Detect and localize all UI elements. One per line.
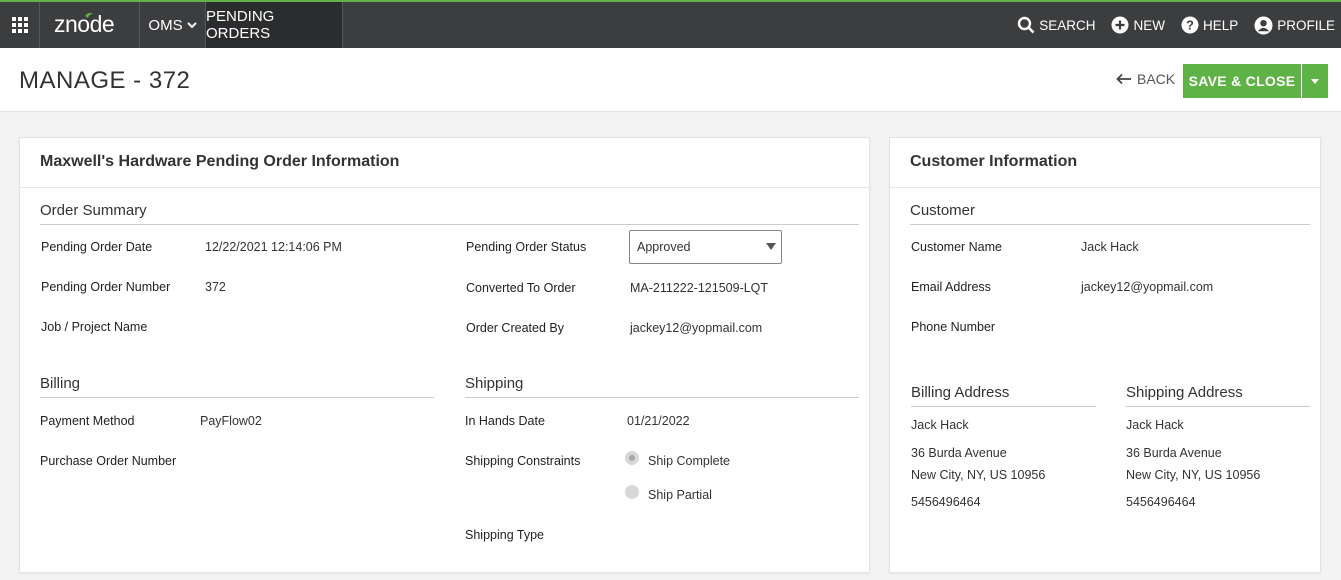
customer-name-label: Customer Name — [911, 240, 1002, 254]
shipping-address-city: New City, NY, US 10956 — [1126, 468, 1261, 482]
caret-down-icon — [766, 243, 776, 250]
plus-circle-icon — [1111, 16, 1129, 34]
pending-order-status-label: Pending Order Status — [466, 240, 587, 254]
top-actions: SEARCH NEW ? HELP PROFILE — [1001, 2, 1341, 48]
pending-order-date-value: 12/22/2021 12:14:06 PM — [205, 240, 342, 254]
ship-complete-label: Ship Complete — [648, 454, 730, 468]
new-label: NEW — [1133, 17, 1165, 33]
shipping-type-label: Shipping Type — [465, 528, 544, 542]
converted-to-order-value: MA-211222-121509-LQT — [630, 281, 769, 295]
customer-name-value: Jack Hack — [1081, 240, 1139, 254]
profile-label: PROFILE — [1277, 17, 1335, 33]
page-title: MANAGE - 372 — [19, 67, 191, 94]
panel-title: Maxwell's Hardware Pending Order Informa… — [20, 138, 869, 188]
order-created-by-label: Order Created By — [466, 321, 564, 335]
ship-partial-radio[interactable] — [625, 485, 639, 499]
user-circle-icon — [1254, 16, 1273, 34]
help-icon: ? — [1181, 16, 1199, 34]
nav-pending-orders-label: PENDING ORDERS — [206, 8, 275, 42]
search-icon — [1017, 16, 1035, 34]
chevron-down-icon — [186, 21, 197, 28]
help-label: HELP — [1202, 17, 1239, 33]
job-project-name-label: Job / Project Name — [41, 320, 148, 334]
znode-logo[interactable]: znode — [40, 2, 140, 48]
ship-complete-radio[interactable] — [625, 451, 639, 465]
profile-button[interactable]: PROFILE — [1254, 16, 1335, 35]
help-button[interactable]: ? HELP — [1181, 16, 1238, 34]
payment-method-label: Payment Method — [40, 414, 135, 428]
nav-oms-label: OMS — [148, 16, 183, 34]
save-and-close-button[interactable]: SAVE & CLOSE — [1183, 64, 1301, 98]
arrow-left-icon — [1116, 73, 1131, 85]
customer-info-panel: Customer Information Customer Customer N… — [889, 137, 1321, 573]
order-summary-heading: Order Summary — [40, 202, 859, 225]
email-address-value: jackey12@yopmail.com — [1081, 280, 1214, 294]
panel-title: Customer Information — [890, 138, 1320, 188]
pending-order-status-select[interactable]: Approved — [629, 230, 782, 264]
logo-text: znode — [54, 11, 114, 37]
payment-method-value: PayFlow02 — [200, 414, 262, 428]
shipping-address-phone: 5456496464 — [1126, 495, 1196, 509]
shipping-address-name: Jack Hack — [1126, 418, 1184, 432]
nav-pending-orders[interactable]: PENDING ORDERS — [206, 2, 343, 48]
ship-partial-label: Ship Partial — [648, 488, 712, 502]
shipping-address-street: 36 Burda Avenue — [1126, 446, 1222, 460]
order-created-by-value: jackey12@yopmail.com — [630, 321, 763, 335]
shipping-heading: Shipping — [465, 375, 859, 398]
caret-down-icon — [1311, 78, 1319, 84]
new-button[interactable]: NEW — [1111, 16, 1165, 34]
in-hands-date-label: In Hands Date — [465, 414, 545, 428]
purchase-order-number-label: Purchase Order Number — [40, 454, 177, 468]
app-grid-icon — [11, 17, 28, 33]
email-address-label: Email Address — [911, 280, 991, 294]
back-label: BACK — [1137, 71, 1176, 87]
billing-address-street: 36 Burda Avenue — [911, 446, 1007, 460]
phone-number-label: Phone Number — [911, 320, 996, 334]
page-header: MANAGE - 372 BACK SAVE & CLOSE — [0, 48, 1341, 112]
shipping-address-heading: Shipping Address — [1126, 384, 1310, 407]
znode-logo-mark: znode — [54, 11, 115, 37]
pending-order-status-value: Approved — [637, 240, 691, 254]
search-label: SEARCH — [1039, 17, 1096, 33]
pending-order-number-label: Pending Order Number — [41, 280, 171, 294]
pending-order-info-panel: Maxwell's Hardware Pending Order Informa… — [19, 137, 870, 573]
pending-order-number-value: 372 — [205, 280, 226, 294]
billing-address-city: New City, NY, US 10956 — [911, 468, 1046, 482]
billing-heading: Billing — [40, 375, 434, 398]
in-hands-date-value: 01/21/2022 — [627, 414, 690, 428]
billing-address-name: Jack Hack — [911, 418, 969, 432]
top-nav-bar: znode OMS PENDING ORDERS SEARCH NEW ? HE… — [0, 0, 1341, 48]
search-button[interactable]: SEARCH — [1017, 16, 1095, 34]
billing-address-phone: 5456496464 — [911, 495, 981, 509]
save-options-dropdown-button[interactable] — [1302, 64, 1328, 98]
app-grid-button[interactable] — [0, 2, 40, 48]
pending-order-date-label: Pending Order Date — [41, 240, 153, 254]
converted-to-order-label: Converted To Order — [466, 281, 576, 295]
billing-address-heading: Billing Address — [911, 384, 1096, 407]
customer-heading: Customer — [910, 202, 1310, 225]
svg-text:?: ? — [1186, 18, 1194, 33]
shipping-constraints-label: Shipping Constraints — [465, 454, 581, 468]
back-button[interactable]: BACK — [1116, 71, 1175, 87]
nav-oms-menu[interactable]: OMS — [140, 2, 206, 48]
